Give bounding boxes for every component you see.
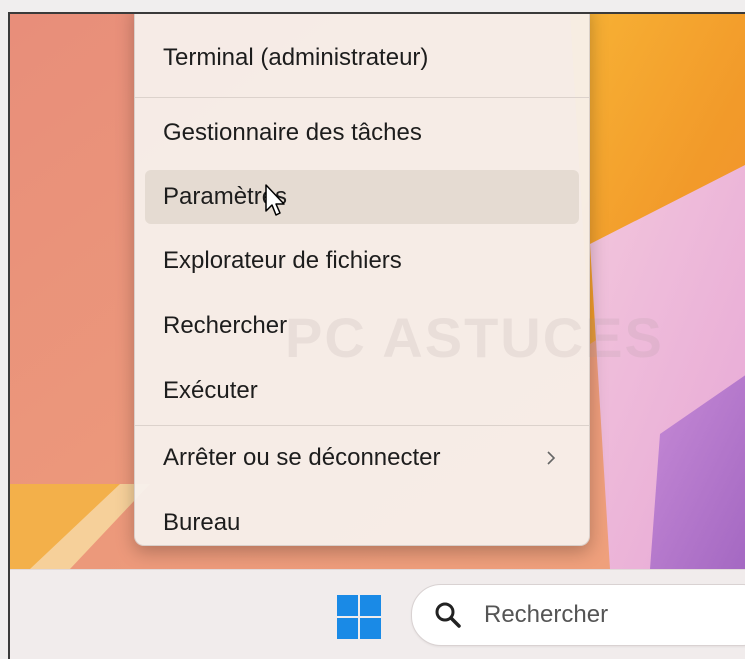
menu-item-desktop[interactable]: Bureau	[145, 496, 579, 550]
menu-item-task-manager[interactable]: Gestionnaire des tâches	[145, 106, 579, 160]
menu-item-run[interactable]: Exécuter	[145, 364, 579, 418]
menu-item-label: Explorateur de fichiers	[163, 247, 402, 274]
menu-item-label: Gestionnaire des tâches	[163, 119, 422, 146]
taskbar-search-box[interactable]: Rechercher	[411, 584, 745, 646]
menu-item-label: Bureau	[163, 509, 241, 536]
menu-item-label: Exécuter	[163, 377, 258, 404]
menu-item-label: Rechercher	[163, 312, 288, 339]
search-icon	[435, 602, 461, 628]
menu-item-terminal-admin[interactable]: Terminal (administrateur)	[145, 31, 579, 85]
menu-item-shutdown-signout[interactable]: Arrêter ou se déconnecter	[145, 431, 579, 485]
search-placeholder: Rechercher	[484, 601, 609, 628]
taskbar: Rechercher	[10, 569, 745, 659]
menu-item-label: Terminal (administrateur)	[163, 44, 429, 71]
menu-item-file-explorer[interactable]: Explorateur de fichiers	[145, 234, 579, 288]
chevron-right-icon	[547, 451, 556, 465]
menu-separator	[135, 97, 589, 98]
mouse-cursor-icon	[265, 184, 285, 216]
menu-item-search[interactable]: Rechercher	[145, 299, 579, 353]
menu-separator	[135, 425, 589, 426]
menu-item-settings[interactable]: Paramètres	[145, 170, 579, 224]
windows-logo-icon[interactable]	[336, 594, 382, 640]
menu-item-label: Arrêter ou se déconnecter	[163, 444, 441, 471]
screen: PC ASTUCES Terminal (administrateur) Ges…	[8, 12, 745, 659]
start-context-menu: PC ASTUCES Terminal (administrateur) Ges…	[134, 14, 662, 546]
